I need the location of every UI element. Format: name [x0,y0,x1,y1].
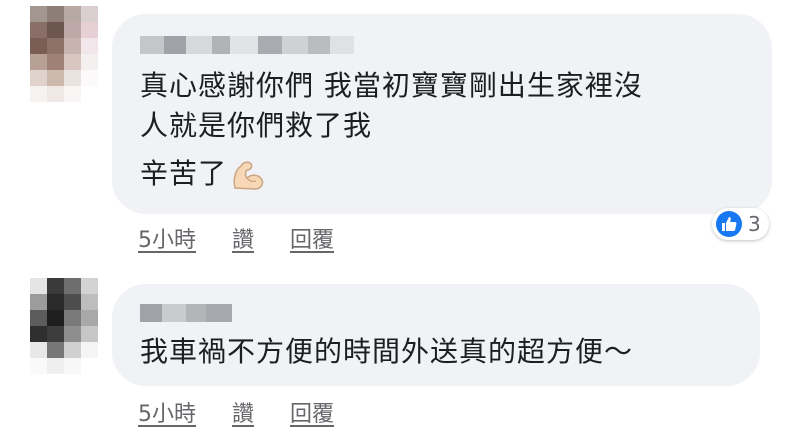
comment-actions: 5小時 讚 回覆 [138,222,334,254]
timestamp-link[interactable]: 5小時 [138,222,196,254]
reply-button[interactable]: 回覆 [290,222,334,254]
comment-line: 我車禍不方便的時間外送真的超方便～ [140,335,634,368]
flexed-biceps-emoji [233,161,264,190]
comment-text: 我車禍不方便的時間外送真的超方便～ [140,332,633,372]
comment-text: 真心感謝你們 我當初寶寶剛出生家裡沒 人就是你們救了我 辛苦了 [140,66,643,194]
comment-line: 辛苦了 [140,157,228,190]
like-button[interactable]: 讚 [232,396,254,428]
avatar-blurred[interactable] [30,6,98,102]
like-button[interactable]: 讚 [232,222,254,254]
avatar-blurred[interactable] [30,278,98,374]
comment-line: 人就是你們救了我 [140,109,373,142]
comment-actions: 5小時 讚 回覆 [138,396,334,428]
thumbs-up-icon [716,211,742,237]
reaction-badge[interactable]: 3 [712,208,769,240]
commenter-name-blurred[interactable] [140,36,354,54]
reaction-count: 3 [748,212,761,236]
comment-line: 真心感謝你們 我當初寶寶剛出生家裡沒 [140,69,643,102]
commenter-name-blurred[interactable] [140,304,232,322]
timestamp-link[interactable]: 5小時 [138,396,196,428]
reply-button[interactable]: 回覆 [290,396,334,428]
